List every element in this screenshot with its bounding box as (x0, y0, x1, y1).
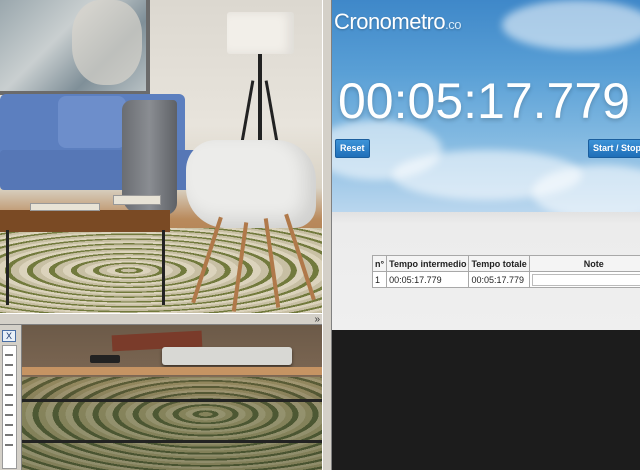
white-chair (186, 140, 316, 228)
header-intermediate: Tempo intermedio (386, 255, 470, 272)
empty-area (332, 330, 640, 470)
side-toolbar: X (0, 325, 22, 470)
lap-number: 1 (371, 271, 388, 288)
table-row: 1 00:05:17.779 00:05:17.779 (371, 271, 640, 288)
horizontal-splitter[interactable]: » (0, 313, 322, 325)
laps-table: n° Tempo intermedio Tempo totale Note 1 … (371, 255, 640, 288)
close-button[interactable]: X (2, 330, 16, 342)
screen: » X Cronometro.co 00:05:17.779 Reset Sta… (0, 0, 640, 470)
newspaper (162, 347, 292, 365)
floor-lamp (227, 12, 294, 54)
collapse-icon[interactable]: » (314, 314, 320, 325)
rug-detail (22, 377, 328, 470)
header-total: Tempo totale (468, 255, 530, 272)
lap-intermediate-time: 00:05:17.779 (386, 271, 470, 288)
sofa-cushion (58, 96, 126, 148)
reset-button[interactable]: Reset (335, 139, 370, 158)
brand-name: Cronometro (334, 9, 446, 34)
brand-tld: .co (445, 17, 461, 32)
laps-panel: n° Tempo intermedio Tempo totale Note 1 … (332, 212, 640, 330)
vertical-scrollbar[interactable] (2, 345, 17, 469)
vertical-splitter[interactable] (322, 0, 332, 470)
start-stop-button[interactable]: Start / Stop (588, 139, 640, 158)
header-note: Note (528, 255, 640, 272)
laps-header-row: n° Tempo intermedio Tempo totale Note (371, 255, 640, 272)
living-room-photo (0, 0, 322, 313)
wall-painting (0, 0, 150, 95)
living-room-photo-detail (22, 325, 328, 470)
phone (90, 355, 120, 363)
lap-note-cell (528, 271, 640, 288)
elapsed-time-display: 00:05:17.779 (338, 73, 630, 129)
coffee-table (0, 210, 170, 232)
brand-logo[interactable]: Cronometro.co (334, 9, 461, 35)
lap-note-input[interactable] (531, 273, 640, 286)
header-number: n° (371, 255, 388, 272)
magazine-stack (30, 203, 100, 211)
stopwatch-header: Cronometro.co 00:05:17.779 Reset Start /… (332, 0, 640, 212)
lap-total-time: 00:05:17.779 (468, 271, 530, 288)
